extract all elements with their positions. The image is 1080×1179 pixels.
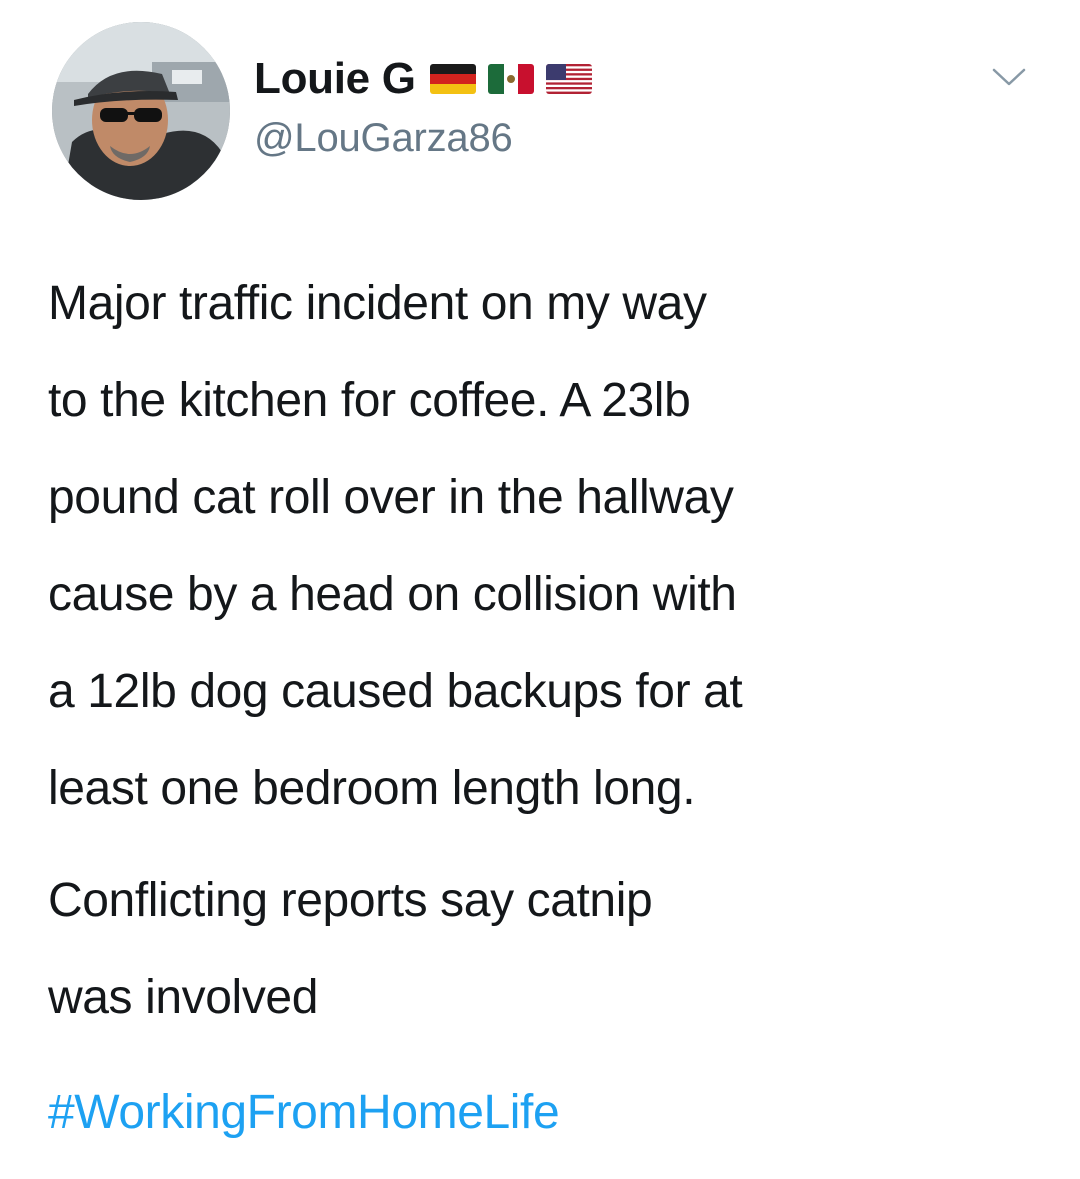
tweet-body: Major traffic incident on my way to the … xyxy=(48,255,1058,837)
display-name[interactable]: Louie G xyxy=(254,54,416,104)
user-info: Louie G @LouGarza86 xyxy=(254,50,592,161)
germany-flag-icon xyxy=(429,64,476,94)
user-handle[interactable]: @LouGarza86 xyxy=(254,116,592,161)
usa-flag-icon xyxy=(545,64,592,94)
tweet-card: Louie G @LouGarza86 Major traffic incide… xyxy=(0,0,1080,1179)
chevron-down-icon[interactable] xyxy=(990,62,1028,92)
hashtag-link[interactable]: #WorkingFromHomeLife xyxy=(48,1085,560,1140)
tweet-paragraph-2: Conflicting reports say catnip was invol… xyxy=(48,874,653,1024)
avatar[interactable] xyxy=(52,22,230,200)
profile-photo xyxy=(52,22,230,200)
flag-list xyxy=(429,64,592,94)
mexico-flag-icon xyxy=(487,64,534,94)
name-row: Louie G xyxy=(254,50,592,108)
tweet-paragraph-1: Major traffic incident on my way to the … xyxy=(48,277,743,815)
